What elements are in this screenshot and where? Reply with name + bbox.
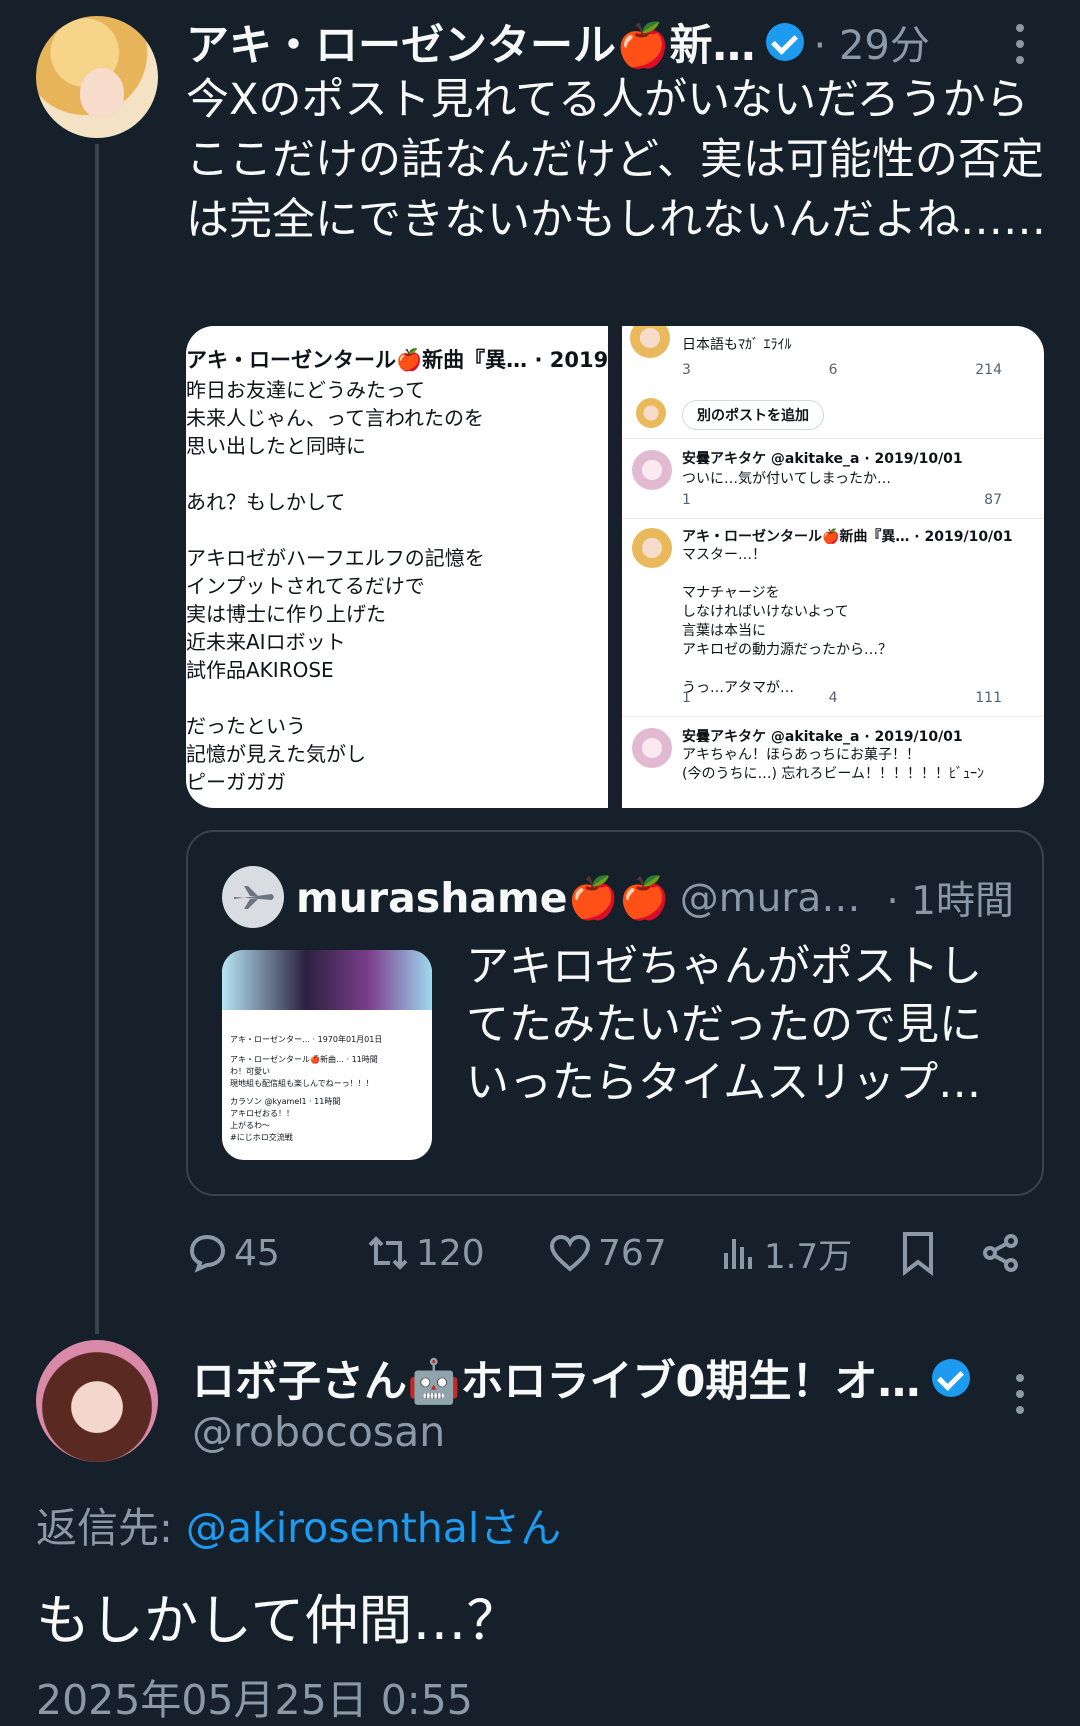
views-count: 1.7万 — [764, 1236, 853, 1277]
embedded-stats: 1 4 111 — [682, 690, 1002, 706]
media-image-left[interactable]: アキ・ローゼンタール🍎新曲『異… · 2019/1 昨日お友達にどうみたって 未… — [186, 326, 608, 808]
quote-text: アキロゼちゃんがポストしてたみたいだったので見にいったらタイムスリップ… — [466, 942, 982, 1108]
bookmark-icon — [903, 1232, 933, 1276]
embedded-add-post-button: 別のポストを追加 — [682, 400, 824, 430]
reply-author-avatar[interactable] — [36, 1340, 158, 1462]
embedded-avatar — [636, 398, 666, 428]
like-count: 767 — [598, 1232, 667, 1274]
thumb-line: アキロゼおる！！ — [230, 1109, 294, 1118]
reply-timestamp[interactable]: 2025年05月25日 0:55 — [36, 1666, 473, 1726]
embedded-avatar — [632, 450, 672, 490]
embedded-stats: 1 87 — [682, 492, 1002, 508]
embedded-like-count: 214 — [975, 362, 1002, 378]
quote-author-name: murashame🍎🍎 — [296, 873, 670, 922]
quote-avatar — [222, 866, 284, 928]
embedded-reply-count: 1 — [682, 690, 691, 706]
thumb-line: カラソン @kyamel1 · 11時間 — [230, 1097, 341, 1106]
jet-icon — [234, 886, 274, 909]
reply-button[interactable]: 45 — [186, 1233, 280, 1274]
reply-header: ロボ子さん🤖ホロライブ0期生！オ… — [192, 1347, 982, 1409]
embedded-avatar — [632, 528, 672, 568]
embedded-like-count: 87 — [984, 492, 1002, 508]
heart-icon — [549, 1234, 591, 1272]
embedded-text: ついに…気が付いてしまったか… — [682, 471, 892, 487]
thumb-content: アキ・ローゼンター… · 1970年01月01日 アキ・ローゼンタール🍎新曲… … — [230, 1034, 382, 1144]
embedded-avatar — [630, 326, 670, 358]
reply-author-handle[interactable]: @robocosan — [192, 1408, 445, 1456]
embedded-post-header: アキ・ローゼンタール🍎新曲『異… · 2019/1 — [186, 348, 608, 372]
like-button[interactable]: 767 — [548, 1233, 667, 1274]
bookmark-button[interactable] — [900, 1230, 936, 1276]
replying-to-link[interactable]: @akirosenthalさん — [186, 1504, 561, 1552]
thumb-line: 現地組も配信組も楽しんでねーっ！！！ — [230, 1079, 374, 1088]
thumb-line: アキ・ローゼンター… · 1970年01月01日 — [230, 1035, 383, 1044]
embedded-user: 安曇アキタケ @akitake_a · 2019/10/01 — [682, 451, 963, 467]
reply-icon — [189, 1234, 226, 1273]
share-button[interactable] — [980, 1232, 1022, 1274]
thumb-line: 上がるわ〜 — [230, 1121, 270, 1130]
quote-header: murashame🍎🍎 @mura… · 1時間 — [296, 872, 1016, 925]
embedded-user: 安曇アキタケ @akitake_a · 2019/10/01 — [682, 729, 963, 745]
media-image-right[interactable]: 日本語もﾏｶﾞ ｴﾗｲﾙ 3 6 214 別のポストを追加 安曇アキタケ @ak… — [622, 326, 1044, 808]
embedded-rt-count: 4 — [828, 690, 838, 706]
embedded-user: アキ・ローゼンタール🍎新曲『異… · 2019/10/01 — [682, 529, 1013, 545]
embedded-like-count: 111 — [975, 690, 1002, 706]
author-avatar[interactable] — [36, 16, 158, 138]
replying-to-label: 返信先: — [36, 1504, 186, 1552]
verified-badge-icon — [932, 1359, 971, 1397]
reply-count: 45 — [234, 1232, 280, 1274]
embedded-rt-count: 6 — [828, 362, 838, 378]
retweet-count: 120 — [416, 1232, 485, 1274]
thumb-line: #にじホロ交流戦 — [230, 1133, 293, 1142]
embedded-reply-count: 1 — [682, 492, 691, 508]
reply-text: もしかして仲間…？ — [36, 1589, 521, 1652]
action-bar: 45 120 767 1.7万 — [186, 1226, 1036, 1280]
thumb-line: わ！可愛い — [230, 1067, 270, 1076]
post-time[interactable]: · 29分 — [814, 13, 930, 71]
embedded-stats: 3 6 214 — [682, 362, 1002, 378]
replying-to: 返信先: @akirosenthalさん — [36, 1494, 561, 1554]
embedded-text: アキちゃん！ほらあっちにお菓子！！ (今のうちに…) 忘れろビーム！！！！！！ﾋ… — [682, 747, 984, 782]
embedded-divider — [622, 438, 1044, 439]
thumb-line: アキ・ローゼンタール🍎新曲… · 11時間 — [230, 1055, 378, 1064]
embedded-avatar — [632, 728, 672, 768]
thumb-banner — [222, 950, 432, 1010]
thread-line — [95, 144, 99, 1334]
retweet-button[interactable]: 120 — [366, 1233, 485, 1274]
embedded-text: 日本語もﾏｶﾞ ｴﾗｲﾙ — [682, 337, 792, 353]
quote-handle: @mura… — [679, 875, 861, 921]
views-icon — [724, 1239, 752, 1269]
share-icon — [983, 1234, 1018, 1272]
embedded-post-text: 昨日お友達にどうみたって 未来人じゃん、って言われたのを 思い出したと同時に あ… — [186, 378, 485, 794]
reply-author-name[interactable]: ロボ子さん🤖ホロライブ0期生！オ… — [192, 1347, 920, 1409]
more-options-icon[interactable] — [1016, 1374, 1024, 1414]
quote-thumbnail: アキ・ローゼンター… · 1970年01月01日 アキ・ローゼンタール🍎新曲… … — [222, 950, 432, 1160]
author-name[interactable]: アキ・ローゼンタール🍎新… — [186, 11, 756, 73]
verified-badge-icon — [765, 23, 804, 61]
embedded-divider — [622, 518, 1044, 519]
more-options-icon[interactable] — [1016, 24, 1024, 64]
tweet-header: アキ・ローゼンタール🍎新… · 29分 — [186, 11, 946, 73]
retweet-icon — [368, 1236, 408, 1270]
embedded-text: マスター…！ マナチャージを しなければいけないよって 言葉は本当に アキロゼの… — [682, 547, 892, 696]
embedded-divider — [622, 716, 1044, 717]
tweet-text: 今Xのポスト見れてる人がいないだろうからここだけの話なんだけど、実は可能性の否定… — [186, 75, 1046, 245]
quote-time: · 1時間 — [886, 879, 1014, 924]
views-button[interactable]: 1.7万 — [720, 1229, 852, 1278]
embedded-reply-count: 3 — [682, 362, 691, 378]
